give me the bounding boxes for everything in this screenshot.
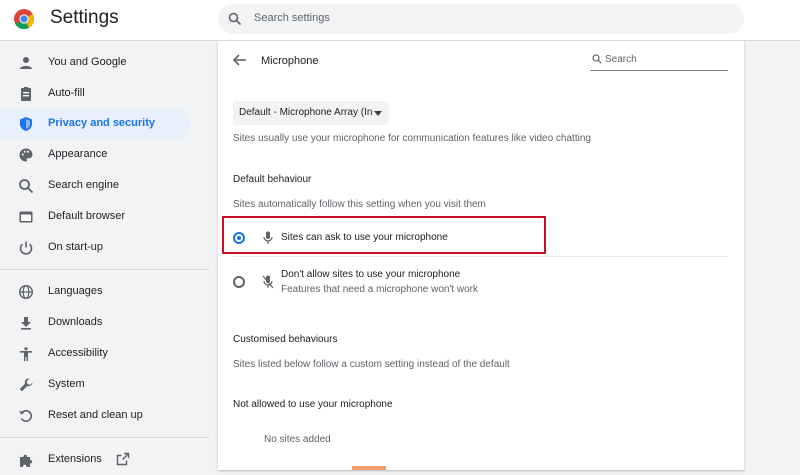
bottom-bar-fragment bbox=[352, 466, 386, 470]
page-search-label: Search bbox=[605, 54, 637, 65]
sidebar-item-label: Search engine bbox=[48, 179, 119, 191]
sidebar-item-privacy-and-security[interactable]: Privacy and security bbox=[0, 109, 190, 139]
search-icon bbox=[592, 54, 602, 64]
palette-icon bbox=[19, 148, 33, 162]
globe-icon bbox=[18, 284, 34, 300]
download-icon bbox=[21, 317, 31, 330]
sidebar-item-label: Languages bbox=[48, 285, 103, 297]
microphone-select-value: Default - Microphone Array (In bbox=[239, 107, 373, 118]
option-block-label: Don't allow sites to use your microphone bbox=[281, 269, 461, 280]
customised-behaviours-subtext: Sites listed below follow a custom setti… bbox=[233, 359, 510, 370]
person-icon bbox=[20, 57, 32, 69]
sidebar-item-default-browser[interactable]: Default browser bbox=[0, 202, 190, 232]
search-icon bbox=[19, 179, 34, 194]
app-title: Settings bbox=[50, 7, 119, 28]
default-behaviour-heading: Default behaviour bbox=[233, 174, 312, 185]
sidebar-item-label: Accessibility bbox=[48, 347, 108, 359]
sidebar: You and Google Auto-fill Privacy and sec… bbox=[0, 48, 210, 470]
sidebar-item-extensions[interactable]: Extensions bbox=[0, 445, 190, 475]
radio-block[interactable] bbox=[233, 276, 245, 288]
sidebar-item-on-start-up[interactable]: On start-up bbox=[0, 233, 190, 263]
sidebar-item-label: Reset and clean up bbox=[48, 409, 143, 421]
clipboard-icon bbox=[21, 87, 31, 101]
sidebar-item-downloads[interactable]: Downloads bbox=[0, 308, 190, 338]
search-icon bbox=[228, 12, 242, 26]
sidebar-item-label: Extensions bbox=[48, 453, 102, 465]
back-arrow-icon[interactable] bbox=[232, 52, 248, 68]
wrench-icon bbox=[19, 378, 33, 392]
sidebar-item-you-and-google[interactable]: You and Google bbox=[0, 48, 190, 78]
default-behaviour-subtext: Sites automatically follow this setting … bbox=[233, 199, 486, 210]
sidebar-item-appearance[interactable]: Appearance bbox=[0, 140, 190, 170]
microphone-icon bbox=[263, 231, 273, 244]
sidebar-item-auto-fill[interactable]: Auto-fill bbox=[0, 79, 190, 109]
chrome-logo-icon bbox=[14, 9, 34, 29]
customised-behaviours-heading: Customised behaviours bbox=[233, 334, 338, 345]
sidebar-item-search-engine[interactable]: Search engine bbox=[0, 171, 190, 201]
not-allowed-heading: Not allowed to use your microphone bbox=[233, 399, 393, 410]
option-ask-label: Sites can ask to use your microphone bbox=[281, 232, 448, 243]
sidebar-item-label: Auto-fill bbox=[48, 87, 85, 99]
no-sites-text: No sites added bbox=[264, 434, 331, 445]
top-bar: Settings Search settings bbox=[0, 0, 800, 41]
intro-text: Sites usually use your microphone for co… bbox=[233, 133, 591, 144]
sidebar-item-label: Privacy and security bbox=[48, 117, 156, 129]
sidebar-item-reset-and-clean-up[interactable]: Reset and clean up bbox=[0, 401, 190, 431]
sidebar-item-label: Downloads bbox=[48, 316, 103, 328]
sidebar-item-label: System bbox=[48, 378, 85, 390]
page-title: Microphone bbox=[261, 55, 319, 67]
sidebar-item-label: Default browser bbox=[48, 210, 126, 222]
page-search-input[interactable]: Search bbox=[590, 50, 728, 71]
sidebar-item-label: On start-up bbox=[48, 241, 104, 253]
search-placeholder: Search settings bbox=[254, 12, 330, 24]
sidebar-item-languages[interactable]: Languages bbox=[0, 277, 190, 307]
open-in-new-icon bbox=[116, 452, 130, 466]
puzzle-icon bbox=[20, 454, 33, 467]
radio-allow-ask[interactable] bbox=[233, 232, 245, 244]
option-block-sublabel: Features that need a microphone won't wo… bbox=[281, 284, 479, 295]
sidebar-divider bbox=[0, 269, 210, 270]
sidebar-item-label: Appearance bbox=[48, 148, 108, 160]
accessibility-icon bbox=[20, 347, 32, 361]
sidebar-item-accessibility[interactable]: Accessibility bbox=[0, 339, 190, 369]
sidebar-item-label: You and Google bbox=[48, 56, 127, 68]
sidebar-item-system[interactable]: System bbox=[0, 370, 190, 400]
sidebar-divider bbox=[0, 437, 210, 438]
power-icon bbox=[19, 241, 33, 255]
microphone-settings-card: Microphone Search Default - Microphone A… bbox=[218, 41, 744, 470]
chevron-down-icon bbox=[374, 111, 382, 116]
microphone-off-icon bbox=[262, 275, 274, 289]
microphone-select[interactable]: Default - Microphone Array (In bbox=[233, 101, 389, 125]
reset-icon bbox=[19, 409, 32, 422]
settings-search-input[interactable]: Search settings bbox=[218, 4, 744, 34]
shield-icon bbox=[20, 117, 32, 131]
option-divider bbox=[233, 256, 728, 257]
browser-icon bbox=[19, 211, 33, 223]
